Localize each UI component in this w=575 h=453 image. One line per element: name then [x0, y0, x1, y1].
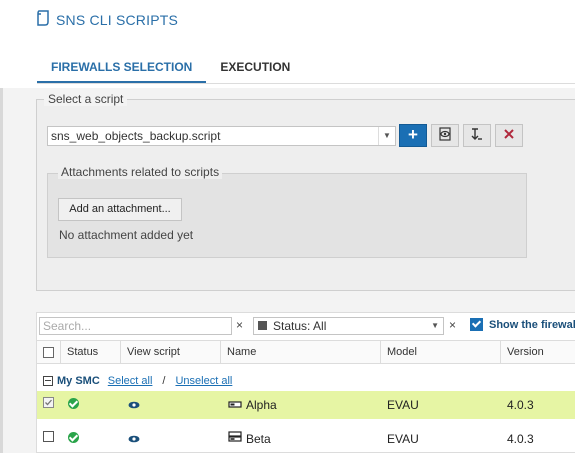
table-header: Status View script Name Model Version — [37, 340, 575, 364]
view-script-icon — [438, 127, 452, 144]
delete-icon — [503, 128, 515, 143]
select-all-checkbox[interactable] — [43, 347, 54, 358]
view-script-button[interactable] — [431, 124, 459, 147]
show-firewalls-toggle[interactable]: Show the firewalls — [470, 318, 575, 331]
clear-status-icon[interactable]: × — [449, 318, 456, 332]
column-header-view-script[interactable]: View script — [121, 341, 221, 363]
chevron-down-icon[interactable]: ▼ — [431, 318, 439, 334]
show-firewalls-checkbox[interactable] — [470, 318, 483, 331]
select-all-header[interactable] — [37, 341, 61, 363]
column-header-model[interactable]: Model — [381, 341, 501, 363]
collapse-icon[interactable] — [43, 376, 53, 386]
select-script-legend: Select a script — [44, 92, 128, 106]
table-row[interactable]: Alpha EVAU 4.0.3 — [37, 391, 575, 419]
attachments-legend: Attachments related to scripts — [58, 165, 223, 179]
group-name: My SMC — [57, 375, 100, 387]
row-model: EVAU — [387, 432, 419, 446]
script-select[interactable]: sns_web_objects_backup.script ▼ — [47, 126, 396, 146]
script-icon — [36, 10, 50, 29]
row-name: Beta — [246, 432, 271, 446]
firewall-icon — [228, 425, 242, 453]
group-separator: / — [162, 375, 166, 387]
search-input[interactable]: Search... — [39, 317, 232, 335]
show-firewalls-label: Show the firewalls — [489, 318, 575, 331]
tab-bar: FIREWALLS SELECTION EXECUTION — [37, 55, 304, 84]
row-checkbox[interactable] — [43, 425, 55, 453]
ok-status-icon — [68, 391, 79, 419]
chevron-down-icon[interactable]: ▼ — [378, 127, 395, 145]
tab-execution[interactable]: EXECUTION — [206, 55, 304, 84]
add-script-button[interactable]: + — [399, 124, 427, 147]
row-version: 4.0.3 — [507, 398, 534, 412]
header: SNS CLI SCRIPTS FIREWALLS SELECTION EXEC… — [0, 0, 575, 88]
table-row[interactable]: Beta EVAU 4.0.3 — [37, 425, 575, 453]
script-select-value: sns_web_objects_backup.script — [51, 129, 221, 143]
status-filter-value: Status: All — [273, 319, 327, 333]
add-attachment-button[interactable]: Add an attachment... — [58, 198, 182, 221]
group-row-my-smc: My SMC Select all / Unselect all — [43, 375, 232, 387]
row-model: EVAU — [387, 398, 419, 412]
row-checkbox[interactable] — [43, 391, 55, 419]
page-title-row: SNS CLI SCRIPTS — [36, 10, 178, 29]
ok-status-icon — [68, 425, 79, 453]
status-filter-icon — [258, 321, 267, 330]
tab-firewalls-selection[interactable]: FIREWALLS SELECTION — [37, 55, 207, 84]
row-name: Alpha — [246, 398, 277, 412]
import-icon — [470, 127, 484, 144]
select-all-link[interactable]: Select all — [108, 375, 153, 387]
eye-icon[interactable] — [128, 425, 140, 453]
column-header-status[interactable]: Status — [61, 341, 121, 363]
row-version: 4.0.3 — [507, 432, 534, 446]
eye-icon[interactable] — [128, 391, 140, 419]
column-header-version[interactable]: Version — [501, 341, 575, 363]
delete-script-button[interactable] — [495, 124, 523, 147]
tabs-divider — [37, 83, 575, 84]
firewall-icon — [228, 391, 242, 419]
no-attachment-text: No attachment added yet — [59, 228, 194, 242]
clear-search-icon[interactable]: × — [236, 318, 243, 332]
import-script-button[interactable] — [463, 124, 491, 147]
column-header-name[interactable]: Name — [221, 341, 381, 363]
unselect-all-link[interactable]: Unselect all — [175, 375, 232, 387]
page-title: SNS CLI SCRIPTS — [56, 11, 179, 28]
status-filter-select[interactable]: Status: All ▼ — [253, 317, 444, 335]
